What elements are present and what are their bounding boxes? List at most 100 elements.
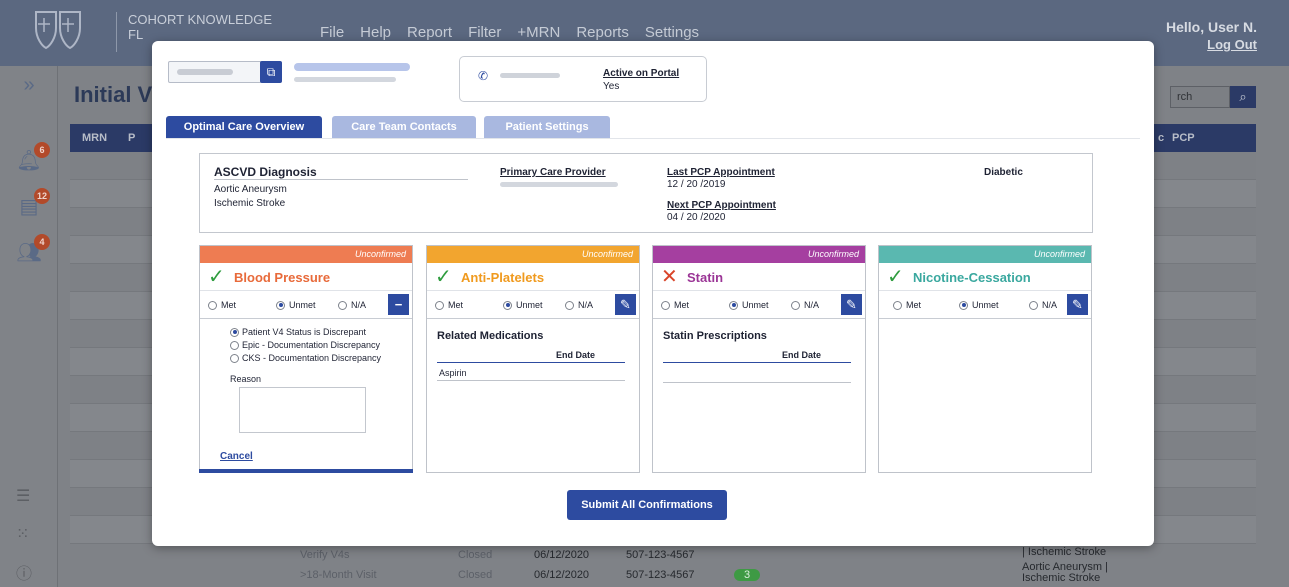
measure-status-header: Unconfirmed: [200, 246, 412, 263]
date-cell: 06/12/2020: [534, 569, 590, 581]
edit-pencil-icon[interactable]: ✎: [1067, 294, 1088, 315]
column-header-mrn[interactable]: MRN: [82, 132, 107, 144]
tab-care-team-contacts[interactable]: Care Team Contacts: [332, 116, 476, 139]
menu-settings[interactable]: Settings: [645, 24, 699, 41]
ascvd-diagnosis-title: ASCVD Diagnosis: [214, 165, 317, 179]
radio-met[interactable]: Met: [435, 300, 463, 310]
radio-na[interactable]: N/A: [791, 300, 819, 310]
date-cell: 06/12/2020: [534, 549, 590, 561]
reason-option[interactable]: Epic - Documentation Discrepancy: [230, 340, 380, 350]
radio-label: Met: [674, 300, 690, 310]
table-divider: [663, 382, 851, 383]
measure-name: Anti-Platelets: [461, 270, 545, 285]
table-divider: [437, 380, 625, 381]
menu-reports[interactable]: Reports: [576, 24, 629, 41]
menu-filter[interactable]: Filter: [468, 24, 501, 41]
grid-icon[interactable]: ⁙: [16, 524, 29, 544]
redacted-patient-details: [294, 77, 396, 82]
document-icon[interactable]: ▤ 12: [14, 188, 50, 222]
redacted-mrn: [177, 69, 233, 75]
list-icon[interactable]: ☰: [16, 486, 30, 506]
contact-card: ✆ Active on Portal Yes: [459, 56, 707, 102]
phone-cell: 507-123-4567: [626, 549, 695, 561]
measure-card-anti-platelets: Unconfirmed ✓ Anti-Platelets Met Unmet N…: [426, 245, 640, 473]
measure-status-header: Unconfirmed: [427, 246, 639, 263]
menu-file[interactable]: File: [320, 24, 344, 41]
measure-radio-group: Met Unmet N/A ✎: [653, 291, 865, 319]
user-count-badge: 4: [34, 234, 50, 250]
left-rail: » 🔔︎ 6 ▤ 12 👥︎ 4 ☰ ⁙ ⓘ: [0, 66, 58, 587]
logout-link[interactable]: Log Out: [1166, 36, 1257, 54]
document-count-badge: 12: [34, 188, 50, 204]
reason-option-label: CKS - Documentation Discrepancy: [242, 353, 382, 363]
copy-icon[interactable]: ⧉: [260, 61, 282, 83]
search-icon[interactable]: ⌕: [1230, 86, 1256, 108]
patient-optimal-care-modal: ⧉ ✆ Active on Portal Yes Optimal Care Ov…: [152, 41, 1154, 546]
radio-unmet[interactable]: Unmet: [503, 300, 543, 310]
edit-pencil-icon[interactable]: ✎: [841, 294, 862, 315]
radio-unmet[interactable]: Unmet: [729, 300, 769, 310]
table-row[interactable]: >18-Month Visit Closed 06/12/2020 507-12…: [70, 562, 1256, 586]
menu-help[interactable]: Help: [360, 24, 391, 41]
diabetic-label: Diabetic: [984, 167, 1023, 178]
mrn-field[interactable]: [168, 61, 262, 83]
measure-title-row: ✕ Statin: [653, 263, 865, 291]
end-date-column-header: End Date: [782, 350, 822, 360]
column-header-p[interactable]: P: [128, 132, 135, 144]
reason-label: Reason: [230, 374, 262, 384]
radio-unmet[interactable]: Unmet: [276, 300, 316, 310]
reason-option[interactable]: CKS - Documentation Discrepancy: [230, 353, 381, 363]
radio-label: Met: [221, 300, 237, 310]
users-icon[interactable]: 👥︎ 4: [14, 234, 50, 268]
radio-met[interactable]: Met: [661, 300, 689, 310]
x-mark-icon: ✕: [661, 266, 678, 288]
search-input[interactable]: rch: [1170, 86, 1230, 108]
help-icon[interactable]: ⓘ: [16, 560, 32, 584]
submit-all-confirmations-button[interactable]: Submit All Confirmations: [567, 490, 727, 520]
redacted-patient-name: [294, 63, 410, 71]
brand-divider: [116, 12, 117, 52]
radio-label: N/A: [804, 300, 820, 310]
radio-na[interactable]: N/A: [565, 300, 593, 310]
bell-icon[interactable]: 🔔︎ 6: [14, 142, 50, 176]
measure-card-nicotine-cessation: Unconfirmed ✓ Nicotine-Cessation Met Unm…: [878, 245, 1092, 473]
reason-option-label: Patient V4 Status is Discrepant: [242, 327, 367, 337]
portal-status-label: Active on Portal: [603, 68, 680, 79]
radio-na[interactable]: N/A: [1029, 300, 1057, 310]
menu-add-mrn[interactable]: +MRN: [517, 24, 560, 41]
radio-label: N/A: [578, 300, 594, 310]
menu-report[interactable]: Report: [407, 24, 452, 41]
column-header-pcp[interactable]: PCP: [1172, 132, 1195, 144]
radio-label: N/A: [1042, 300, 1058, 310]
patient-summary-panel: ASCVD Diagnosis Aortic Aneurysm Ischemic…: [199, 153, 1093, 233]
end-date-column-header: End Date: [556, 350, 596, 360]
radio-met[interactable]: Met: [893, 300, 921, 310]
notification-count-badge: 6: [34, 142, 50, 158]
collapse-minus-icon[interactable]: −: [388, 294, 409, 315]
phone-icon: ✆: [478, 69, 489, 83]
measure-status-header: Unconfirmed: [879, 246, 1091, 263]
reason-option[interactable]: Patient V4 Status is Discrepant: [230, 327, 366, 337]
checkmark-icon: ✓: [435, 266, 452, 288]
count-badge: 3: [734, 569, 761, 581]
radio-label: Unmet: [516, 300, 543, 310]
radio-met[interactable]: Met: [208, 300, 236, 310]
related-medications-title: Related Medications: [437, 330, 544, 342]
title-underline: [214, 179, 468, 180]
radio-unmet[interactable]: Unmet: [959, 300, 999, 310]
radio-label: N/A: [351, 300, 367, 310]
reason-textarea[interactable]: [239, 387, 366, 433]
radio-label: Met: [906, 300, 922, 310]
tab-patient-settings[interactable]: Patient Settings: [484, 116, 610, 139]
measure-title-row: ✓ Nicotine-Cessation: [879, 263, 1091, 291]
column-header-c[interactable]: c: [1158, 132, 1164, 144]
expand-rail-icon[interactable]: »: [14, 70, 44, 100]
edit-pencil-icon[interactable]: ✎: [615, 294, 636, 315]
radio-na[interactable]: N/A: [338, 300, 366, 310]
user-greeting: Hello, User N. Log Out: [1166, 18, 1257, 54]
checkmark-icon: ✓: [887, 266, 904, 288]
portal-status-value: Yes: [603, 81, 620, 92]
cancel-link[interactable]: Cancel: [220, 451, 253, 462]
tab-optimal-care-overview[interactable]: Optimal Care Overview: [166, 116, 322, 139]
diagnosis-item: Ischemic Stroke: [214, 198, 286, 209]
